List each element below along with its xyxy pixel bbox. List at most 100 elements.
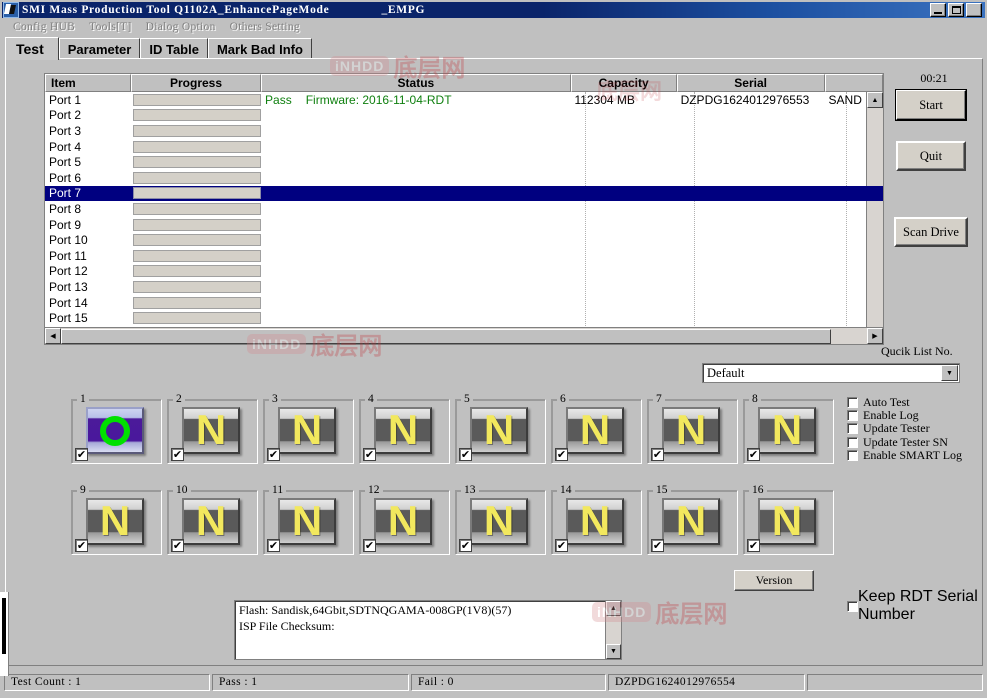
menu-item-tools[interactable]: Tools[T] — [82, 21, 138, 33]
table-row[interactable]: Port 13 — [45, 279, 883, 295]
port-tile[interactable]: 7 N ✔ — [645, 393, 740, 466]
drive-icon[interactable]: N — [374, 498, 432, 545]
drive-icon[interactable]: N — [566, 498, 624, 545]
log-output-box[interactable]: Flash: Sandisk,64Gbit,SDTNQGAMA-008GP(1V… — [234, 600, 622, 660]
option-row[interactable]: Update Tester SN — [847, 435, 987, 449]
tile-checkbox[interactable]: ✔ — [75, 448, 88, 461]
port-tile[interactable]: 1 ✔ — [69, 393, 164, 466]
column-header-serial[interactable]: Serial — [676, 74, 825, 92]
table-row[interactable]: Port 3 — [45, 123, 883, 139]
drive-icon-active[interactable] — [86, 407, 144, 454]
tile-checkbox[interactable]: ✔ — [747, 448, 760, 461]
tile-checkbox[interactable]: ✔ — [171, 448, 184, 461]
tab-parameter[interactable]: Parameter — [58, 38, 141, 59]
menu-item-others-setting[interactable]: Others Setting — [223, 21, 307, 33]
tile-checkbox[interactable]: ✔ — [459, 539, 472, 552]
tile-checkbox[interactable]: ✔ — [555, 539, 568, 552]
tile-checkbox[interactable]: ✔ — [747, 539, 760, 552]
port-tile[interactable]: 4 N ✔ — [357, 393, 452, 466]
port-tile[interactable]: 2 N ✔ — [165, 393, 260, 466]
tab-id-table[interactable]: ID Table — [140, 38, 208, 59]
table-row[interactable]: Port 5 — [45, 154, 883, 170]
tile-checkbox[interactable]: ✔ — [363, 448, 376, 461]
table-row[interactable]: Port 4 — [45, 139, 883, 155]
list-horizontal-scrollbar[interactable]: ◀ ▶ — [45, 327, 883, 344]
tile-checkbox[interactable]: ✔ — [651, 448, 664, 461]
option-row[interactable]: Enable SMART Log — [847, 448, 987, 462]
table-row[interactable]: Port 6 — [45, 170, 883, 186]
close-icon[interactable] — [966, 3, 982, 17]
scroll-right-icon[interactable]: ▶ — [867, 328, 883, 344]
port-tile[interactable]: 5 N ✔ — [453, 393, 548, 466]
tile-checkbox[interactable]: ✔ — [267, 539, 280, 552]
drive-icon[interactable]: N — [758, 407, 816, 454]
option-checkbox[interactable] — [847, 397, 858, 409]
tile-checkbox[interactable]: ✔ — [363, 539, 376, 552]
option-checkbox[interactable] — [847, 410, 858, 422]
log-scrollbar[interactable]: ▲ ▼ — [605, 601, 621, 659]
column-header-capacity[interactable]: Capacity — [570, 74, 677, 92]
tile-checkbox[interactable]: ✔ — [171, 539, 184, 552]
table-row[interactable]: Port 2 — [45, 108, 883, 124]
title-bar-drag-area[interactable] — [425, 2, 930, 18]
column-header-progress[interactable]: Progress — [130, 74, 262, 92]
tile-checkbox[interactable]: ✔ — [459, 448, 472, 461]
table-row[interactable]: Port 11 — [45, 248, 883, 264]
port-tile[interactable]: 11 N ✔ — [261, 484, 356, 557]
quit-button[interactable]: Quit — [896, 141, 966, 171]
tile-checkbox[interactable]: ✔ — [267, 448, 280, 461]
hscroll-thumb[interactable] — [61, 328, 831, 344]
port-tile[interactable]: 8 N ✔ — [741, 393, 836, 466]
port-tile[interactable]: 9 N ✔ — [69, 484, 164, 557]
port-tile[interactable]: 13 N ✔ — [453, 484, 548, 557]
tile-checkbox[interactable]: ✔ — [75, 539, 88, 552]
table-row[interactable]: Port 7 — [45, 185, 883, 202]
port-tile[interactable]: 10 N ✔ — [165, 484, 260, 557]
option-checkbox[interactable] — [847, 423, 858, 435]
keep-rdt-serial-option[interactable]: Keep RDT Serial Number — [847, 588, 982, 624]
maximize-icon[interactable] — [948, 3, 964, 17]
option-row[interactable]: Auto Test — [847, 395, 987, 409]
drive-icon[interactable]: N — [662, 498, 720, 545]
quick-list-dropdown[interactable]: Default ▼ — [702, 363, 960, 383]
menu-item-dialog-option[interactable]: Dialog Option — [139, 21, 223, 33]
column-header-status[interactable]: Status — [261, 74, 571, 92]
log-scroll-down-icon[interactable]: ▼ — [606, 644, 621, 659]
drive-icon[interactable]: N — [278, 498, 336, 545]
drive-icon[interactable]: N — [182, 498, 240, 545]
table-row[interactable]: Port 14 — [45, 295, 883, 311]
table-row[interactable]: Port 1 Pass Firmware: 2016-11-04-RDT 112304… — [45, 92, 883, 108]
table-row[interactable]: Port 10 — [45, 232, 883, 248]
tile-checkbox[interactable]: ✔ — [555, 448, 568, 461]
version-button[interactable]: Version — [734, 570, 814, 591]
column-header-item[interactable]: Item — [45, 74, 131, 92]
log-scroll-up-icon[interactable]: ▲ — [606, 601, 621, 616]
start-button[interactable]: Start — [895, 89, 967, 121]
drive-icon[interactable]: N — [470, 498, 528, 545]
scroll-left-icon[interactable]: ◀ — [45, 328, 61, 344]
drive-icon[interactable]: N — [758, 498, 816, 545]
option-checkbox[interactable] — [847, 436, 858, 448]
scan-drive-button[interactable]: Scan Drive — [894, 217, 968, 247]
drive-icon[interactable]: N — [278, 407, 336, 454]
menu-item-config-hub[interactable]: Config HUB — [6, 21, 82, 33]
drive-icon[interactable]: N — [374, 407, 432, 454]
keep-rdt-checkbox[interactable] — [847, 600, 858, 612]
chevron-down-icon[interactable]: ▼ — [941, 365, 958, 381]
port-tile[interactable]: 3 N ✔ — [261, 393, 356, 466]
drive-icon[interactable]: N — [662, 407, 720, 454]
option-row[interactable]: Update Tester — [847, 421, 987, 435]
port-tile[interactable]: 16 N ✔ — [741, 484, 836, 557]
drive-icon[interactable]: N — [182, 407, 240, 454]
table-row[interactable]: Port 8 — [45, 201, 883, 217]
tab-mark-bad-info[interactable]: Mark Bad Info — [207, 38, 312, 59]
port-tile[interactable]: 14 N ✔ — [549, 484, 644, 557]
port-tile[interactable]: 12 N ✔ — [357, 484, 452, 557]
column-header-model[interactable] — [824, 74, 883, 92]
option-row[interactable]: Enable Log — [847, 408, 987, 422]
drive-icon[interactable]: N — [86, 498, 144, 545]
drive-icon[interactable]: N — [566, 407, 624, 454]
port-tile[interactable]: 15 N ✔ — [645, 484, 740, 557]
port-tile[interactable]: 6 N ✔ — [549, 393, 644, 466]
table-row[interactable]: Port 15 — [45, 310, 883, 326]
